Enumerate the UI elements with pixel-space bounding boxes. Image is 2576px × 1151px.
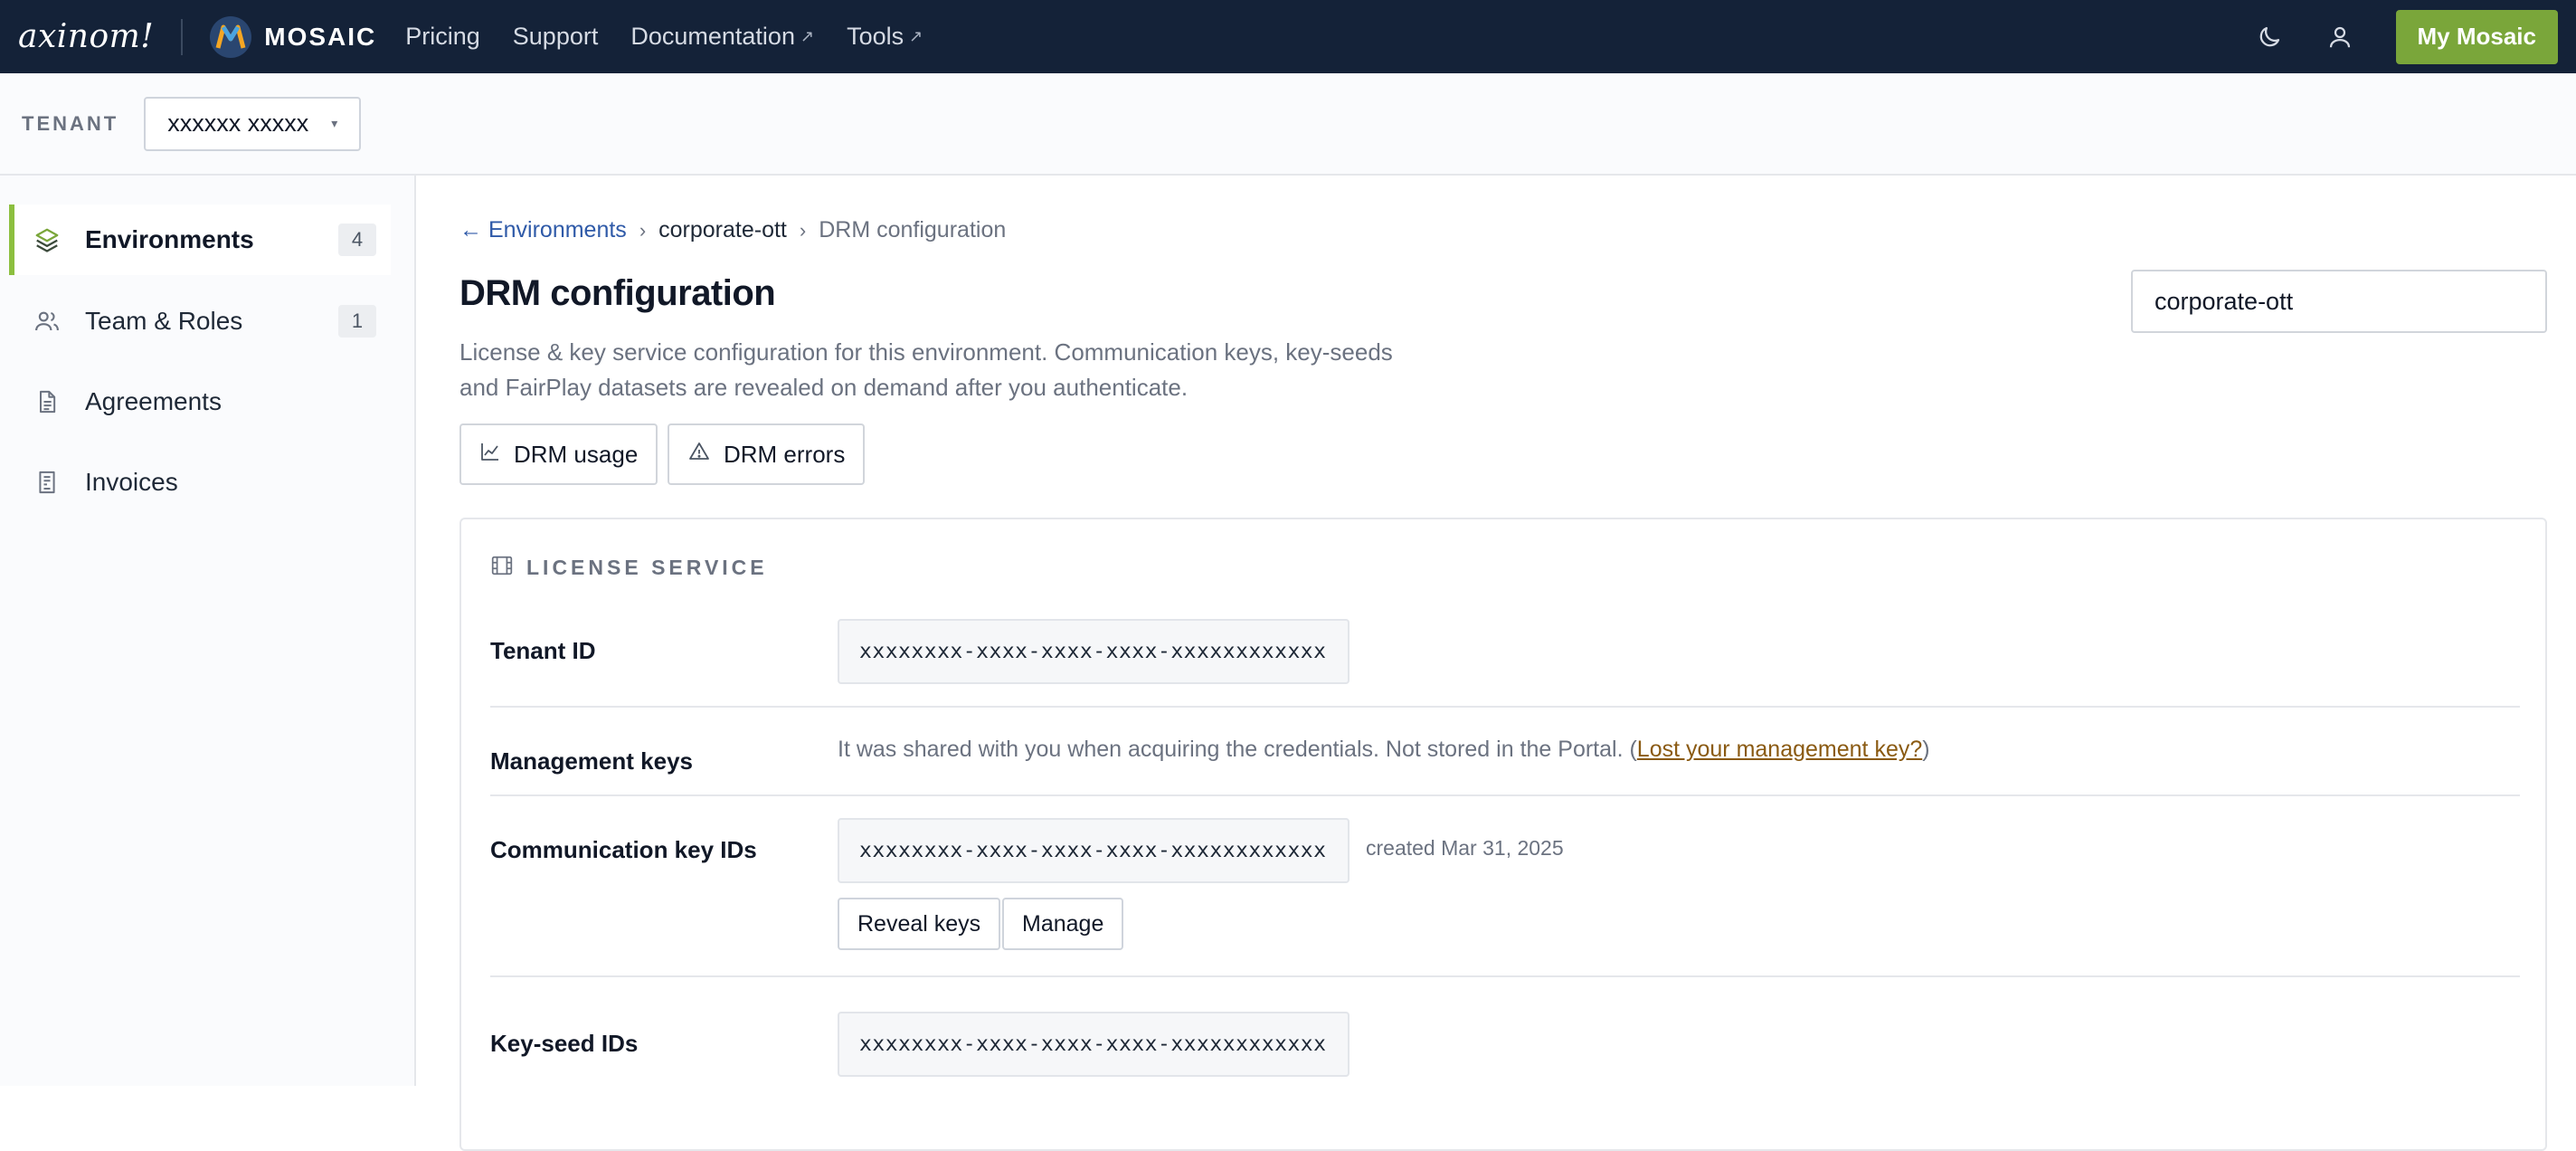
breadcrumb-environments: Environments xyxy=(488,217,627,243)
lost-management-key-link[interactable]: Lost your management key? xyxy=(1637,737,1922,762)
page-description: License & key service configuration for … xyxy=(459,335,1418,405)
tenant-id-label: Tenant ID xyxy=(490,637,596,665)
nav-pricing-label: Pricing xyxy=(405,23,480,51)
nav-tools-label: Tools xyxy=(847,23,904,51)
row-divider xyxy=(490,975,2520,977)
nav-documentation-label: Documentation xyxy=(630,23,795,51)
management-keys-close: ) xyxy=(1922,737,1929,762)
management-keys-text: It was shared with you when acquiring th… xyxy=(838,737,1637,762)
breadcrumb-current: DRM configuration xyxy=(819,217,1006,243)
tenant-id-value[interactable]: xxxxxxxx-xxxx-xxxx-xxxx-xxxxxxxxxxxx xyxy=(838,619,1350,684)
nav-documentation[interactable]: Documentation ↗ xyxy=(630,23,814,51)
nav-support-label: Support xyxy=(513,23,599,51)
axinom-logo[interactable]: axinom! xyxy=(18,18,154,55)
top-navigation: axinom! MOSAIC Pricing Support Documenta… xyxy=(0,0,2576,73)
management-keys-note: It was shared with you when acquiring th… xyxy=(838,737,1930,763)
page-title: DRM configuration xyxy=(459,273,775,314)
license-service-title: LICENSE SERVICE xyxy=(526,556,768,580)
warning-triangle-icon xyxy=(687,441,711,469)
tenant-select-value: xxxxxx xxxxx xyxy=(167,109,308,138)
dark-mode-moon-icon[interactable] xyxy=(2248,15,2291,59)
communication-key-created-date: created Mar 31, 2025 xyxy=(1366,836,1564,861)
row-divider xyxy=(490,794,2520,796)
nav-support[interactable]: Support xyxy=(513,23,599,51)
breadcrumb-back-link[interactable]: ← Environments xyxy=(459,217,627,243)
drm-errors-label: DRM errors xyxy=(724,441,845,469)
my-mosaic-button[interactable]: My Mosaic xyxy=(2396,10,2559,64)
topbar-actions: My Mosaic xyxy=(2248,10,2576,64)
tenant-select[interactable]: xxxxxx xxxxx ▾ xyxy=(144,97,361,151)
breadcrumb-separator: › xyxy=(800,219,806,243)
communication-key-id-value[interactable]: xxxxxxxx-xxxx-xxxx-xxxx-xxxxxxxxxxxx xyxy=(838,818,1350,883)
tenant-bar: TENANT xxxxxx xxxxx ▾ xyxy=(0,73,2576,176)
sidebar-item-invoices[interactable]: Invoices xyxy=(9,447,391,518)
document-icon xyxy=(31,385,63,418)
mosaic-logo-icon[interactable] xyxy=(210,16,251,58)
license-service-card: LICENSE SERVICE Tenant ID xxxxxxxx-xxxx-… xyxy=(459,518,2547,1151)
sidebar-item-team-roles[interactable]: Team & Roles 1 xyxy=(9,286,391,357)
external-link-icon: ↗ xyxy=(800,27,814,46)
breadcrumb: ← Environments › corporate-ott › DRM con… xyxy=(459,217,1006,243)
sidebar-item-environments[interactable]: Environments 4 xyxy=(9,205,391,275)
breadcrumb-environment[interactable]: corporate-ott xyxy=(658,217,787,243)
layers-icon xyxy=(31,224,63,256)
key-seed-id-value[interactable]: xxxxxxxx-xxxx-xxxx-xxxx-xxxxxxxxxxxx xyxy=(838,1012,1350,1077)
sidebar-item-agreements[interactable]: Agreements xyxy=(9,366,391,437)
brand-divider xyxy=(181,19,183,55)
nav-pricing[interactable]: Pricing xyxy=(405,23,480,51)
breadcrumb-separator: › xyxy=(639,219,646,243)
sidebar-item-label: Environments xyxy=(85,225,254,254)
chart-line-icon xyxy=(479,441,501,469)
reveal-keys-button[interactable]: Reveal keys xyxy=(838,898,1000,950)
tenant-label: TENANT xyxy=(22,112,118,136)
film-grid-icon xyxy=(490,554,514,582)
drm-usage-button[interactable]: DRM usage xyxy=(459,423,658,485)
count-badge: 1 xyxy=(338,305,376,338)
arrow-left-icon: ← xyxy=(459,217,482,243)
external-link-icon: ↗ xyxy=(909,27,923,46)
key-seed-ids-label: Key-seed IDs xyxy=(490,1030,638,1058)
chevron-down-icon: ▾ xyxy=(331,116,337,131)
sidebar-item-label: Team & Roles xyxy=(85,307,242,336)
manage-keys-button[interactable]: Manage xyxy=(1002,898,1123,950)
user-profile-icon[interactable] xyxy=(2318,15,2362,59)
license-service-header: LICENSE SERVICE xyxy=(490,554,768,582)
sidebar: Environments 4 Team & Roles 1 Agreements… xyxy=(0,176,416,1086)
product-name: MOSAIC xyxy=(264,23,376,52)
nav-tools[interactable]: Tools ↗ xyxy=(847,23,923,51)
drm-usage-label: DRM usage xyxy=(514,441,638,469)
receipt-icon xyxy=(31,466,63,499)
environment-selector[interactable]: corporate-ott xyxy=(2131,270,2547,333)
sidebar-item-label: Invoices xyxy=(85,468,178,497)
management-keys-label: Management keys xyxy=(490,747,693,775)
main-content: ← Environments › corporate-ott › DRM con… xyxy=(418,176,2576,1086)
drm-errors-button[interactable]: DRM errors xyxy=(668,423,865,485)
users-icon xyxy=(31,305,63,338)
sidebar-item-label: Agreements xyxy=(85,387,222,416)
environment-selector-value: corporate-ott xyxy=(2155,288,2293,316)
communication-key-ids-label: Communication key IDs xyxy=(490,836,757,864)
row-divider xyxy=(490,706,2520,708)
count-badge: 4 xyxy=(338,224,376,256)
